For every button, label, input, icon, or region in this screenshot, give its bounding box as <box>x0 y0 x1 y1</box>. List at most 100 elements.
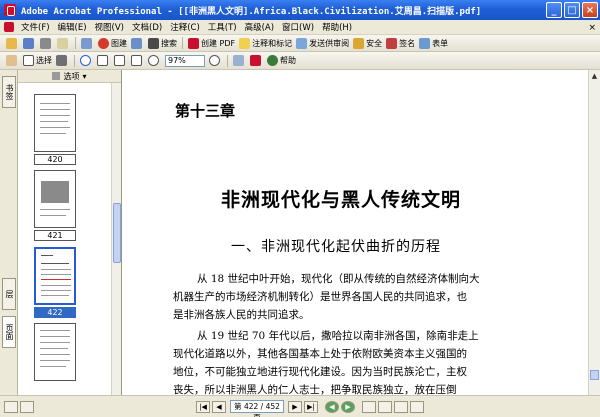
document-icon[interactable] <box>4 22 14 32</box>
menu-comments[interactable]: 注释(C) <box>166 21 204 33</box>
zoom-tool-button[interactable] <box>78 53 95 68</box>
thumbnail-scrollbar[interactable] <box>111 83 121 395</box>
rotate-button[interactable] <box>231 53 248 68</box>
print-button[interactable] <box>38 36 55 51</box>
status-bar: |◀ ◀ 第 422 / 452 页 ▶ ▶| ◀ ▶ <box>0 395 600 417</box>
options-label[interactable]: 选项 <box>63 71 79 82</box>
cursor-icon <box>23 55 34 66</box>
body-line: 机器生产的市场经济机制转化）是世界各国人民的共同追求，也 <box>173 291 467 303</box>
magnifier-icon <box>80 55 91 66</box>
sign-button[interactable]: 签名 <box>384 36 417 51</box>
minus-circle-icon <box>148 55 159 66</box>
thumbnail-scroll-handle[interactable] <box>113 203 121 263</box>
thumbnail-item[interactable]: 422 <box>34 247 76 318</box>
secure-label: 安全 <box>366 38 383 48</box>
scroll-up-icon[interactable]: ▲ <box>589 70 600 82</box>
zoom-input[interactable]: 97% <box>165 54 205 67</box>
yahoo-button[interactable] <box>248 53 265 68</box>
send-review-icon <box>296 37 308 49</box>
create-pdf-button[interactable]: 创建 PDF <box>186 36 237 51</box>
fit-page-icon <box>114 55 125 66</box>
trash-icon[interactable] <box>52 72 61 80</box>
actual-size-button[interactable] <box>95 53 112 68</box>
page-number-input[interactable]: 第 422 / 452 页 <box>230 400 284 417</box>
organizer-button[interactable] <box>129 36 146 51</box>
fit-page-button[interactable] <box>112 53 129 68</box>
menu-bar: 文件(F) 编辑(E) 视图(V) 文档(D) 注释(C) 工具(T) 高级(A… <box>0 20 600 35</box>
thumbnail-panel: 选项 ▾ 420 421 422 <box>18 70 122 395</box>
document-close-icon[interactable]: × <box>588 23 596 33</box>
attach-button[interactable] <box>79 36 96 51</box>
menu-view[interactable]: 视图(V) <box>91 21 128 33</box>
maximize-button[interactable]: □ <box>564 2 580 18</box>
zoom-out-button[interactable] <box>146 53 163 68</box>
facing-page-icon[interactable] <box>394 400 408 413</box>
menu-tools[interactable]: 工具(T) <box>204 21 241 33</box>
body-line: 是非洲各族人民的共同追求。 <box>173 309 310 321</box>
review-label: 发送供审阅 <box>309 38 350 48</box>
thumbnail-label: 422 <box>34 307 76 318</box>
sign-label: 签名 <box>399 38 416 48</box>
chevron-down-icon[interactable]: ▾ <box>82 72 86 81</box>
printer-icon <box>40 37 51 49</box>
next-page-button[interactable]: ▶ <box>288 400 302 413</box>
menu-window[interactable]: 窗口(W) <box>278 21 318 33</box>
page-size-icon[interactable] <box>4 400 18 413</box>
continuous-facing-icon[interactable] <box>410 400 424 413</box>
create-pdf-icon <box>188 37 199 49</box>
thumbnail-item[interactable] <box>34 323 76 381</box>
menu-file[interactable]: 文件(F) <box>17 21 54 33</box>
forms-button[interactable]: 表单 <box>417 36 450 51</box>
thumbnail-item[interactable]: 421 <box>34 170 76 241</box>
page-layout-icon[interactable] <box>20 400 34 413</box>
thumbnail-page <box>34 323 76 381</box>
menu-edit[interactable]: 编辑(E) <box>54 21 91 33</box>
rotate-icon <box>233 55 244 66</box>
body-line: 从 18 世纪中叶开始，现代化（即从传统的自然经济体制向大 <box>197 273 480 285</box>
secure-button[interactable]: 安全 <box>351 36 384 51</box>
folder-icon <box>6 37 17 49</box>
thumbnail-item[interactable]: 420 <box>34 94 76 165</box>
next-view-button[interactable]: ▶ <box>341 400 355 413</box>
menu-advanced[interactable]: 高级(A) <box>241 21 278 33</box>
menu-help[interactable]: 帮助(H) <box>318 21 356 33</box>
red-circle-icon <box>98 37 109 49</box>
form-icon <box>419 37 431 49</box>
thumbnail-header: 选项 ▾ <box>18 70 121 83</box>
tab-bookmarks[interactable]: 书签 <box>2 76 16 108</box>
tab-layers[interactable]: 层 <box>2 278 16 310</box>
thumbnail-page <box>34 247 76 305</box>
yahoo-icon <box>250 55 261 66</box>
previous-page-button[interactable]: ◀ <box>212 400 226 413</box>
zoom-in-button[interactable] <box>207 53 224 68</box>
snapshot-button[interactable] <box>54 53 71 68</box>
pen-icon <box>386 37 398 49</box>
document-view[interactable]: 第十三章 非洲现代化与黑人传统文明 一、非洲现代化起伏曲折的历程 从 18 世纪… <box>123 70 588 395</box>
save-button[interactable] <box>21 36 38 51</box>
minimize-button[interactable]: _ <box>546 2 562 18</box>
comment-label: 注释和标记 <box>252 38 293 48</box>
search-button[interactable]: 搜索 <box>146 36 179 51</box>
email-button[interactable] <box>55 36 72 51</box>
first-page-button[interactable]: |◀ <box>196 400 210 413</box>
fit-width-button[interactable] <box>129 53 146 68</box>
continuous-page-icon[interactable] <box>378 400 392 413</box>
review-button[interactable]: 发送供审阅 <box>294 36 351 51</box>
help-button[interactable]: 帮助 <box>265 53 298 68</box>
previous-view-button[interactable]: ◀ <box>325 400 339 413</box>
print-setup-button[interactable]: 图建 <box>96 36 129 51</box>
close-button[interactable]: × <box>582 2 598 18</box>
tab-pages[interactable]: 页面 <box>2 316 16 348</box>
menu-document[interactable]: 文档(D) <box>128 21 166 33</box>
last-page-button[interactable]: ▶| <box>304 400 318 413</box>
document-scrollbar[interactable]: ▲ <box>588 70 600 395</box>
document-scroll-handle[interactable] <box>590 370 599 380</box>
single-page-icon[interactable] <box>362 400 376 413</box>
hand-tool-button[interactable] <box>4 53 21 68</box>
page-icon <box>97 55 108 66</box>
envelope-icon <box>57 37 68 49</box>
select-tool-button[interactable]: 选择 <box>21 53 54 68</box>
open-button[interactable] <box>4 36 21 51</box>
comment-button[interactable]: 注释和标记 <box>237 36 294 51</box>
chapter-heading: 第十三章 <box>175 102 236 120</box>
